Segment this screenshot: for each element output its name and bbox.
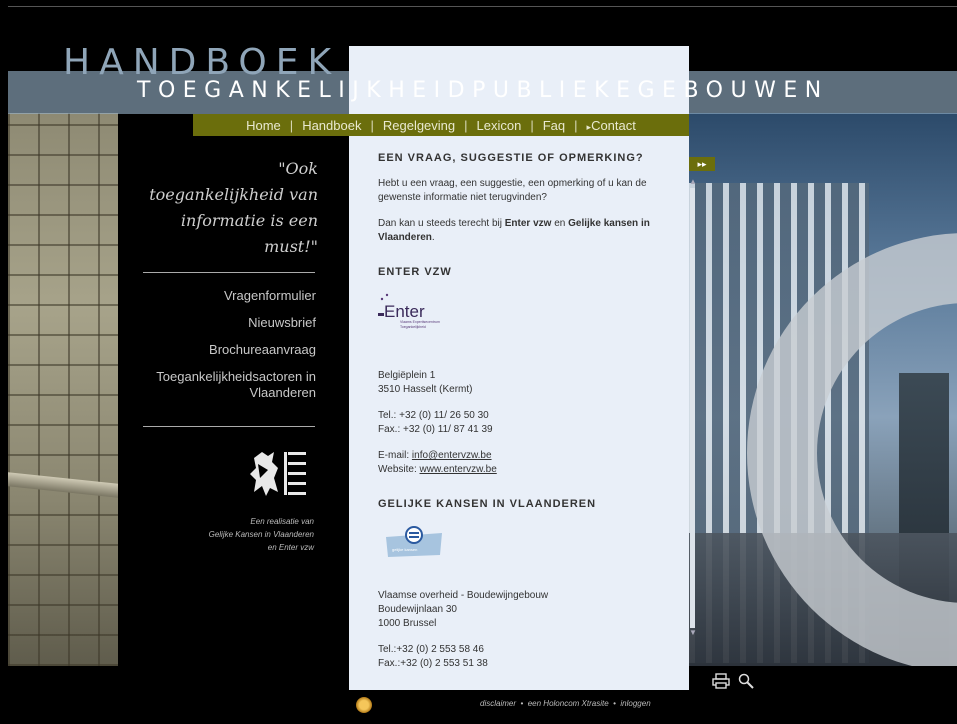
footer-links: disclaimer • een Holoncom Xtrasite • inl… xyxy=(480,699,651,708)
nav-home[interactable]: Home xyxy=(246,118,281,133)
contact-heading: EEN VRAAG, SUGGESTIE OF OPMERKING? xyxy=(378,152,644,164)
sidebar-link-nieuwsbrief[interactable]: Nieuwsbrief xyxy=(140,315,316,331)
scroll-down-icon[interactable]: ▼ xyxy=(689,628,697,637)
search-icon[interactable] xyxy=(738,673,754,689)
gelijke-kansen-logo: gelijke kansen xyxy=(384,523,444,563)
holoncom-badge-icon[interactable] xyxy=(356,697,372,713)
sidebar-links: Vragenformulier Nieuwsbrief Brochureaanv… xyxy=(140,288,316,412)
nav-contact[interactable]: ▸Contact xyxy=(587,118,636,133)
credit-text: Een realisatie van Gelijke Kansen in Vla… xyxy=(208,517,314,552)
fast-forward-button[interactable]: ▸▸ xyxy=(689,157,715,171)
holoncom-link[interactable]: een Holoncom Xtrasite xyxy=(528,699,609,708)
enter-contact: E-mail: info@entervzw.be Website: www.ent… xyxy=(378,450,497,475)
nav-separator: | xyxy=(530,117,534,133)
building-photo xyxy=(689,113,957,666)
page: HANDBOEK EEN VRAAG, SUGGESTIE OF OPMERKI… xyxy=(0,0,957,724)
sidebar-link-brochureaanvraag[interactable]: Brochureaanvraag xyxy=(140,342,316,358)
print-icon[interactable] xyxy=(712,673,730,689)
content-panel: EEN VRAAG, SUGGESTIE OF OPMERKING? Hebt … xyxy=(349,46,689,690)
main-nav: Home | Handboek | Regelgeving | Lexicon … xyxy=(193,114,689,136)
svg-text:Toegankelijkheid: Toegankelijkheid xyxy=(400,325,426,329)
site-title: HANDBOEK xyxy=(63,42,341,83)
nav-handboek[interactable]: Handboek xyxy=(302,118,361,133)
enter-phone: Tel.: +32 (0) 11/ 26 50 30 Fax.: +32 (0) … xyxy=(378,410,493,435)
gk-address: Vlaamse overheid - Boudewijngebouw Boudew… xyxy=(378,590,549,629)
disclaimer-link[interactable]: disclaimer xyxy=(480,699,516,708)
enter-website-link[interactable]: www.entervzw.be xyxy=(420,464,497,475)
enter-heading: ENTER VZW xyxy=(378,266,452,278)
contact-intro: Hebt u een vraag, een suggestie, een opm… xyxy=(378,178,647,203)
enter-email-link[interactable]: info@entervzw.be xyxy=(412,450,492,461)
nav-separator: | xyxy=(370,117,374,133)
scrollbar-track[interactable] xyxy=(690,188,695,628)
sidebar-divider-top xyxy=(143,272,315,273)
nav-separator: | xyxy=(574,117,578,133)
nav-regelgeving[interactable]: Regelgeving xyxy=(383,118,455,133)
gk-logo-text: gelijke kansen xyxy=(392,547,417,552)
enter-logo: Enter Vlaams Expertisecentrum Toegankeli… xyxy=(378,291,468,339)
flemish-lion-logo-icon xyxy=(248,448,312,500)
svg-text:Vlaams Expertisecentrum: Vlaams Expertisecentrum xyxy=(400,320,440,324)
site-subtitle: TOEGANKELIJKHEIDPUBLIEKEGEBOUWEN xyxy=(137,78,829,103)
sidebar-link-toegankelijkheidsactoren[interactable]: Toegankelijkheidsactoren in Vlaanderen xyxy=(140,369,316,401)
login-link[interactable]: inloggen xyxy=(620,699,650,708)
nav-lexicon[interactable]: Lexicon xyxy=(477,118,522,133)
enter-mention: Enter vzw xyxy=(504,218,552,229)
contact-intro2: Dan kan u steeds terecht bij Enter vzw e… xyxy=(378,218,650,243)
enter-address: Belgiëplein 1 3510 Hasselt (Kermt) xyxy=(378,370,473,395)
enter-logo-text: Enter xyxy=(384,302,425,321)
top-divider xyxy=(8,6,957,7)
nav-separator: | xyxy=(289,117,294,133)
gk-heading: GELIJKE KANSEN IN VLAANDEREN xyxy=(378,498,597,510)
scroll-up-icon[interactable]: ▲ xyxy=(689,177,697,186)
nav-faq[interactable]: Faq xyxy=(543,118,565,133)
sidebar-divider-bottom xyxy=(143,426,315,427)
nav-separator: | xyxy=(464,117,468,133)
sidebar-quote: "Ook toegankelijkheid van informatie is … xyxy=(149,159,318,256)
content-scroll-area[interactable]: EEN VRAAG, SUGGESTIE OF OPMERKING? Hebt … xyxy=(378,151,668,718)
tiled-wall-photo xyxy=(8,113,118,666)
sidebar-link-vragenformulier[interactable]: Vragenformulier xyxy=(140,288,316,304)
gk-phone: Tel.:+32 (0) 2 553 58 46 Fax.:+32 (0) 2 5… xyxy=(378,644,488,669)
